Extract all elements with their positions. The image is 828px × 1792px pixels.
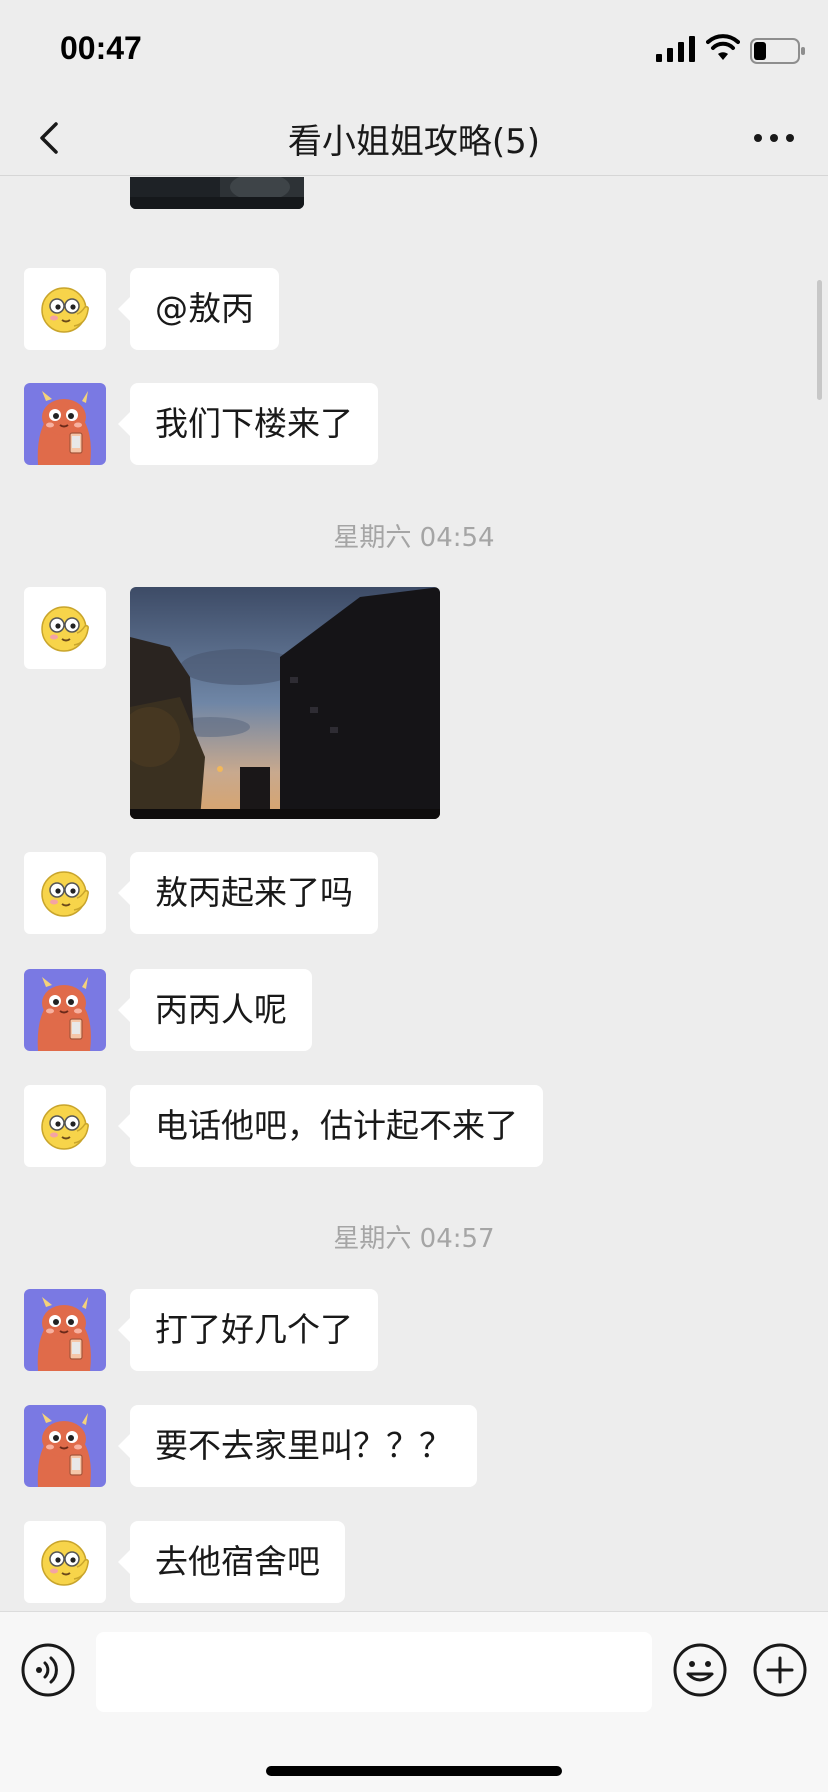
face-emoji-avatar-icon <box>24 268 106 350</box>
avatar-face-emoji[interactable] <box>24 1521 106 1603</box>
battery-icon <box>750 38 805 64</box>
avatar-face-emoji[interactable] <box>24 587 106 669</box>
avatar-devil[interactable] <box>24 1405 106 1487</box>
message-input[interactable] <box>96 1632 652 1712</box>
devil-avatar-icon <box>24 1289 106 1371</box>
devil-avatar-icon <box>24 1405 106 1487</box>
status-time: 00:47 <box>60 30 142 66</box>
avatar-face-emoji[interactable] <box>24 1085 106 1167</box>
wifi-icon <box>706 34 740 60</box>
ellipsis-icon[interactable] <box>744 114 804 162</box>
dark-street-photo <box>130 177 304 209</box>
scrollbar[interactable] <box>817 280 822 400</box>
message-bubble[interactable]: 敖丙起来了吗 <box>118 852 378 934</box>
dusk-sky-photo <box>130 587 440 819</box>
avatar-face-emoji[interactable] <box>24 852 106 934</box>
emoji-icon[interactable] <box>672 1642 728 1698</box>
message-bubble[interactable]: @敖丙 <box>118 268 279 350</box>
message-timestamp: 星期六 04:57 <box>333 1224 495 1254</box>
avatar-devil[interactable] <box>24 383 106 465</box>
message-image-1[interactable] <box>130 177 304 209</box>
chat-title: 看小姐姐攻略(5) <box>287 122 541 162</box>
avatar-devil[interactable] <box>24 1289 106 1371</box>
message-bubble[interactable]: 电话他吧，估计起不来了 <box>118 1085 543 1167</box>
message-bubble[interactable]: 要不去家里叫？？？ <box>118 1405 477 1487</box>
message-bubble[interactable]: 我们下楼来了 <box>118 383 378 465</box>
status-bar: 00:47 <box>0 0 828 100</box>
message-timestamp: 星期六 04:54 <box>333 523 495 553</box>
nav-bar: 看小姐姐攻略(5) <box>0 100 828 176</box>
face-emoji-avatar-icon <box>24 1521 106 1603</box>
message-image-2[interactable] <box>130 587 440 819</box>
chat-area[interactable]: @敖丙 我们下楼来了 星期六 04:54 敖丙起来了吗 丙丙人呢 电话他吧，估计… <box>0 177 828 1611</box>
signal-icon <box>656 36 695 62</box>
face-emoji-avatar-icon <box>24 587 106 669</box>
avatar-devil[interactable] <box>24 969 106 1051</box>
face-emoji-avatar-icon <box>24 852 106 934</box>
message-bubble[interactable]: 去他宿舍吧 <box>118 1521 345 1603</box>
input-bar <box>0 1611 828 1792</box>
message-bubble[interactable]: 打了好几个了 <box>118 1289 378 1371</box>
plus-icon[interactable] <box>752 1642 808 1698</box>
face-emoji-avatar-icon <box>24 1085 106 1167</box>
home-indicator[interactable] <box>266 1766 562 1776</box>
devil-avatar-icon <box>24 969 106 1051</box>
devil-avatar-icon <box>24 383 106 465</box>
message-bubble[interactable]: 丙丙人呢 <box>118 969 312 1051</box>
voice-icon[interactable] <box>20 1642 76 1698</box>
avatar-face-emoji[interactable] <box>24 268 106 350</box>
